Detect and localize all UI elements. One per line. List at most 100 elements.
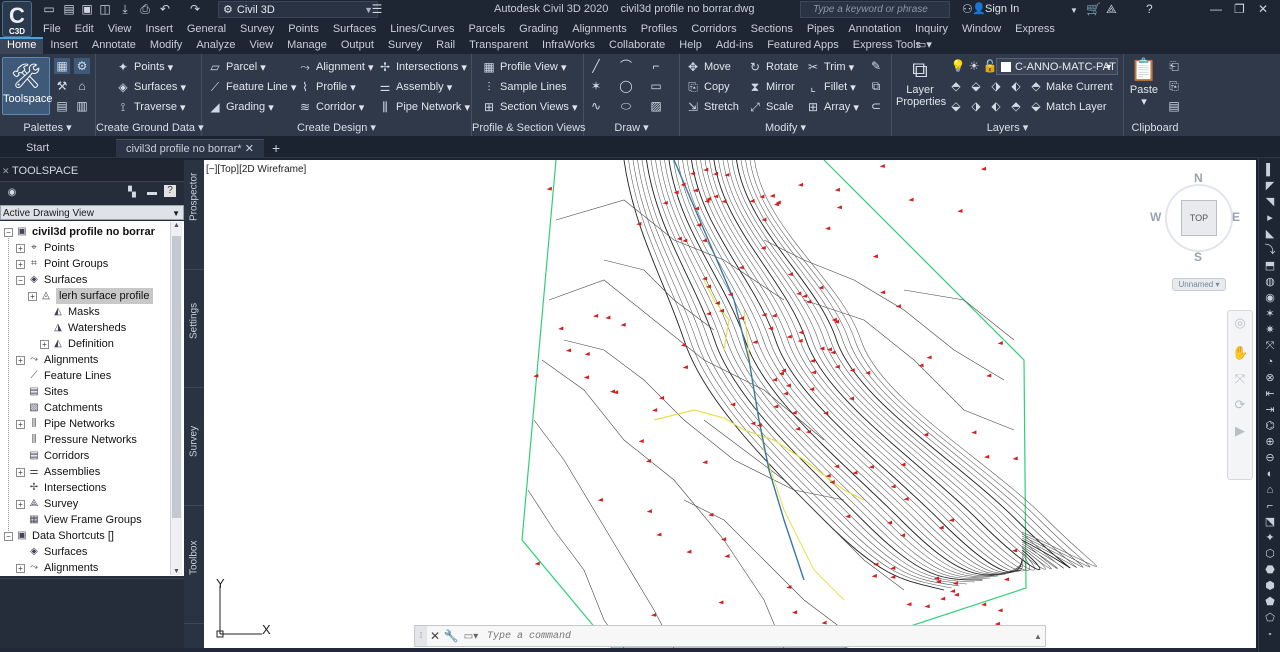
a360-icon[interactable]: ⟁ [1106,2,1117,17]
map-icon[interactable]: ◉ [1262,290,1278,306]
profile-view-button[interactable]: ▦ Profile View ▾ [482,59,566,75]
menu-file[interactable]: File [36,23,68,35]
tree-node-alignments[interactable]: + ⤳ Alignments [16,352,98,368]
menu-edit[interactable]: Edit [68,23,101,35]
snap-icon[interactable]: ✶ [1262,306,1278,322]
tab-survey[interactable]: Survey [184,396,204,506]
paste-button[interactable]: 📋 Paste ▾ [1126,56,1162,108]
tab-start[interactable]: Start [16,139,49,158]
move-button[interactable]: ✥ Move [686,59,731,75]
measure-icon[interactable]: ⤧ [1262,338,1278,354]
tree-node-feature-lines[interactable]: ⟋ Feature Lines [16,368,112,384]
close-icon[interactable]: ✕ [245,140,254,159]
offset-icon[interactable]: ⊂ [868,98,884,114]
fillet-button[interactable]: ⌞ Fillet ▾ [806,79,856,95]
make-current-button[interactable]: Make Current [1046,79,1113,95]
menu-grading[interactable]: Grading [512,23,565,35]
viewcube[interactable]: N S E W TOP Unnamed ▾ [1148,168,1250,298]
palettes-panel-title[interactable]: Palettes ▾ [0,121,95,134]
sun-icon[interactable]: ☀ [966,58,982,74]
expand-icon[interactable]: + [16,499,25,509]
compass-west[interactable]: W [1150,210,1161,224]
close-icon[interactable]: ✕ [1258,2,1268,16]
hatch-icon[interactable]: ▨ [648,98,664,114]
menu-annotation[interactable]: Annotation [841,23,908,35]
tree-node-alignments[interactable]: + ⤳ Alignments [16,560,98,576]
menu-insert[interactable]: Insert [138,23,180,35]
layer-lock-icon[interactable]: ⬖ [1008,78,1024,94]
menu-express[interactable]: Express [1008,23,1062,35]
zoom-icon[interactable]: ⤵ [1262,242,1278,258]
pointer-icon[interactable]: ▸ [1262,210,1278,226]
orbit-icon[interactable]: ◔ [1262,354,1278,370]
ellipse-icon[interactable]: ⬭ [618,98,634,114]
sign-in-button[interactable]: Sign In [985,3,1019,15]
collapse-icon[interactable]: − [4,227,13,237]
expand-icon[interactable]: + [40,339,49,349]
menu-general[interactable]: General [180,23,233,35]
redo-icon[interactable]: ↷ [188,2,202,16]
wrench-icon[interactable]: 🔧 [443,629,459,643]
lineweight-icon[interactable]: ◐ [1262,466,1278,482]
layer-freeze-icon[interactable]: ⬗ [988,78,1004,94]
tab-survey[interactable]: Survey [381,37,429,54]
copy-button[interactable]: ⎘ Copy [686,79,730,95]
view-dropdown[interactable]: Active Drawing View ▼ [0,205,184,220]
zoom-extents-icon[interactable]: ⤧ [1232,371,1248,387]
line-icon[interactable]: ╱ [588,58,604,74]
properties-palette-icon[interactable]: ▤ [54,98,70,114]
layout-icon[interactable]: ⬒ [1262,258,1278,274]
menu-corridors[interactable]: Corridors [684,23,743,35]
menu-lines-curves[interactable]: Lines/Curves [383,23,461,35]
viewport-controls-label[interactable]: [−][Top][2D Wireframe] [206,164,306,175]
tree-node-view-frame-groups[interactable]: ▦ View Frame Groups [16,512,141,528]
tree-node-lerh-surface-profile[interactable]: + ◬ lerh surface profile [28,288,153,304]
new-file-icon[interactable]: ▭ [42,2,56,16]
layer-isolate-icon[interactable]: ⬙ [968,78,984,94]
layers-panel-title[interactable]: Layers ▾ [892,121,1123,134]
minimize-icon[interactable]: — [1210,2,1222,16]
scroll-down-icon[interactable]: ▼ [173,568,180,575]
cut-icon[interactable]: ⎗ [1166,58,1182,74]
polar-icon[interactable]: ⌬ [1262,418,1278,434]
match-layer-button[interactable]: Match Layer [1046,99,1107,115]
create-design-title[interactable]: Create Design ▾ [202,121,471,134]
3d-osnap-icon[interactable]: ⬣ [1262,562,1278,578]
tab-view[interactable]: View [242,37,280,54]
ortho-icon[interactable]: ⊖ [1262,450,1278,466]
undo-icon[interactable]: ↶ [158,2,172,16]
undo-view-icon[interactable]: ⇤ [1262,386,1278,402]
collapse-icon[interactable]: − [16,275,25,285]
item-view-icon[interactable]: ▚ [124,185,140,201]
section-views-button[interactable]: ⊞ Section Views ▾ [482,99,578,115]
workspace-icon[interactable]: ⌂ [1262,482,1278,498]
tree-node-masks[interactable]: ◭ Masks [40,304,100,320]
tree-node-civil3d-profile-no-borrar[interactable]: − ▣ civil3d profile no borrar [4,224,155,240]
selection-cycle-icon[interactable]: ⬡ [1262,546,1278,562]
menu-points[interactable]: Points [281,23,326,35]
menu-sections[interactable]: Sections [744,23,800,35]
lightbulb-icon[interactable]: 💡 [950,58,966,74]
layer-properties-button[interactable]: ⧉ Layer Properties [896,56,946,108]
list-view-icon[interactable]: ▬ [144,185,160,201]
search-input[interactable]: Type a keyword or phrase [800,1,950,18]
globe-icon[interactable]: ◍ [1262,274,1278,290]
traverse-button[interactable]: ⟟ Traverse ▾ [116,99,186,115]
array-button[interactable]: ⊞ Array ▾ [806,99,859,115]
menu-surfaces[interactable]: Surfaces [326,23,383,35]
tab-drawing[interactable]: civil3d profile no borrar* ✕ [116,139,264,158]
tree-node-corridors[interactable]: ▤ Corridors [16,448,89,464]
circle-icon[interactable]: ◯ [618,78,634,94]
draw-panel-title[interactable]: Draw ▾ [584,121,679,134]
showmotion-icon[interactable]: ▶ [1232,423,1248,439]
erase-icon[interactable]: ✎ [868,58,884,74]
menu-view[interactable]: View [101,23,139,35]
tab-manage[interactable]: Manage [280,37,334,54]
tree-node-assemblies[interactable]: + ⚌ Assemblies [16,464,100,480]
print-icon[interactable]: ⎙ [138,2,152,16]
scroll-up-icon[interactable]: ▲ [173,222,180,229]
new-tab-button[interactable]: + [270,139,280,158]
layer-unisolate-icon[interactable]: ⬙ [948,98,964,114]
tree-node-pipe-networks[interactable]: + ⫼ Pipe Networks [16,416,115,432]
profile-button[interactable]: ⌇ Profile ▾ [298,79,356,95]
